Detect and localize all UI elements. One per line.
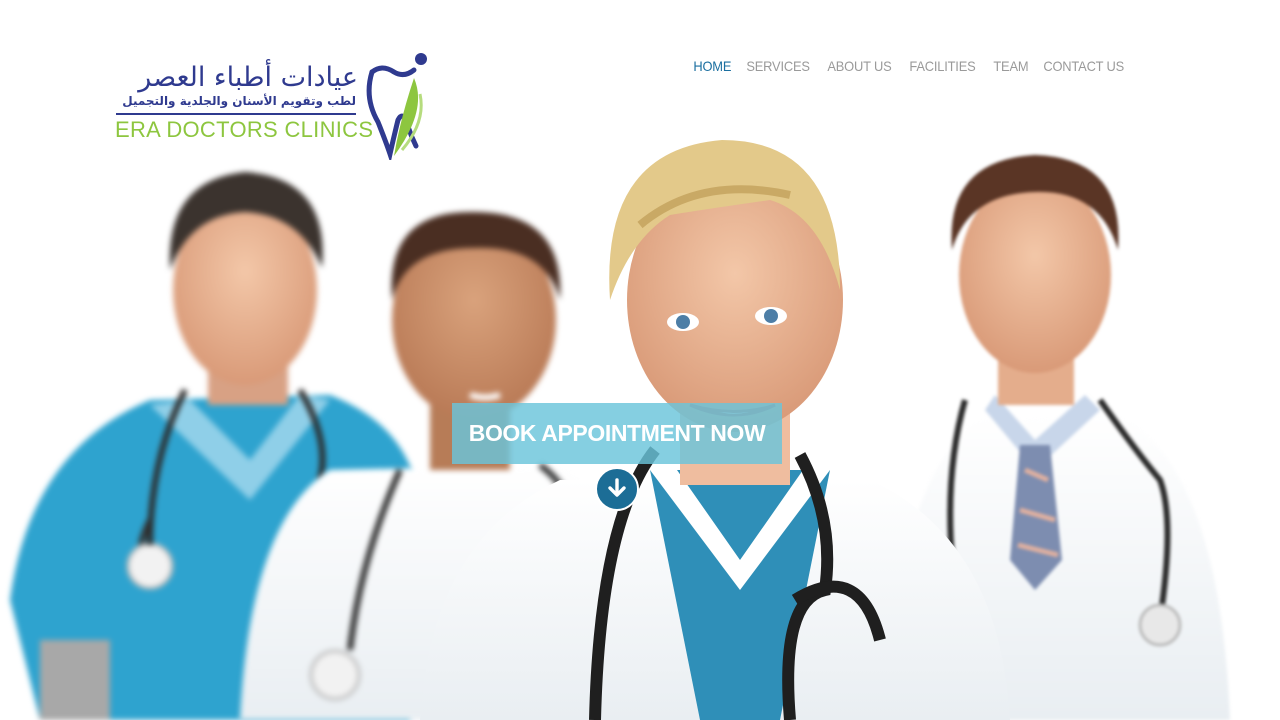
book-appointment-button[interactable]: BOOK APPOINTMENT NOW: [452, 403, 782, 464]
arrow-down-circle-icon: [608, 478, 626, 497]
nav-item-services[interactable]: SERVICES: [739, 58, 817, 78]
nav-item-home[interactable]: HOME: [686, 58, 739, 78]
logo-english-name: ERA DOCTORS CLINICS: [115, 117, 374, 142]
main-nav: HOME SERVICES ABOUT US FACILITIES TEAM C…: [686, 58, 1136, 78]
logo-arabic-name: عيادات أطباء العصر: [138, 62, 358, 93]
logo-arabic-tagline: لطب وتقويم الأسنان والجلدية والتجميل: [122, 94, 356, 108]
nav-item-about-us[interactable]: ABOUT US: [820, 58, 899, 78]
logo-divider: [116, 113, 356, 115]
scroll-down-button[interactable]: [595, 467, 639, 511]
nav-item-facilities[interactable]: FACILITIES: [902, 58, 983, 78]
nav-item-team[interactable]: TEAM: [986, 58, 1036, 78]
book-appointment-label: BOOK APPOINTMENT NOW: [468, 420, 766, 446]
nav-item-contact-us[interactable]: CONTACT US: [1036, 58, 1131, 78]
brand-logo[interactable]: عيادات أطباء العصر لطب وتقويم الأسنان وا…: [112, 50, 432, 160]
tooth-leaf-logo-icon: [366, 53, 427, 160]
